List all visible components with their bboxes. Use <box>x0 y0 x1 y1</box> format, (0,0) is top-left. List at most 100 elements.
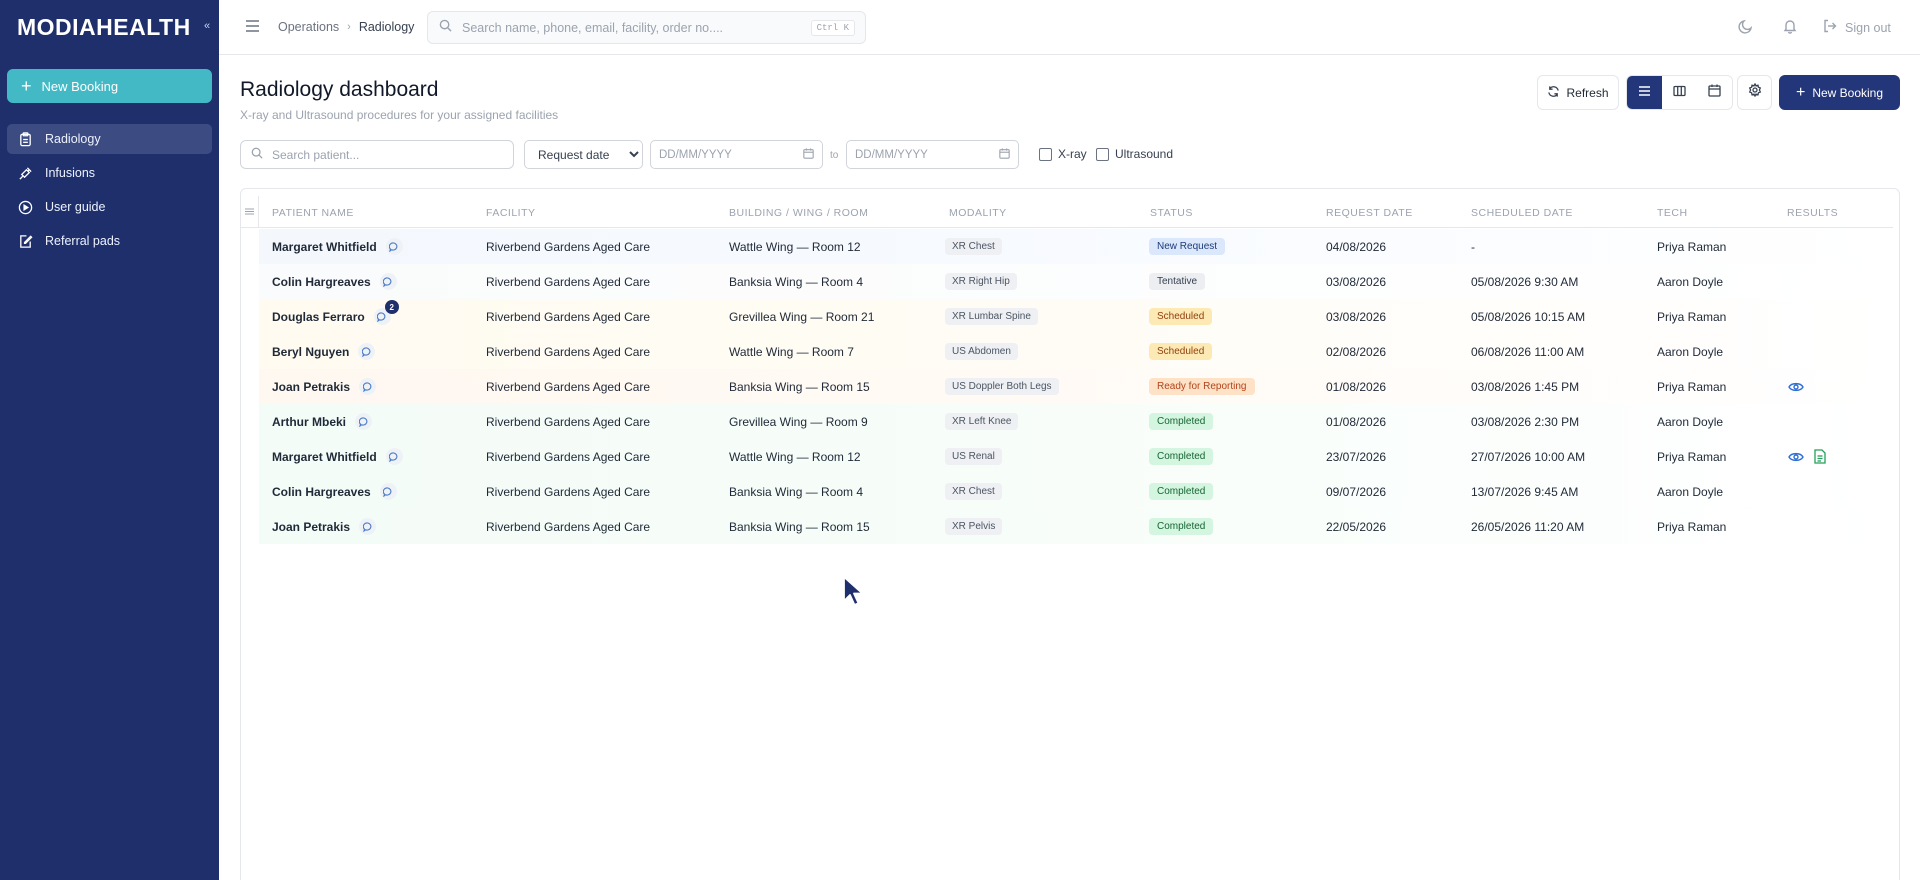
date-type-select[interactable]: Request date <box>524 140 643 169</box>
sidebar-item-infusions[interactable]: Infusions <box>7 158 212 188</box>
scheduled-date-cell: 05/08/2026 9:30 AM <box>1471 274 1579 289</box>
calendar-view-button[interactable] <box>1697 76 1732 109</box>
patient-cell: Douglas Ferraro 2 <box>272 299 399 334</box>
column-header-status[interactable]: Status <box>1150 207 1193 219</box>
facility-cell: Riverbend Gardens Aged Care <box>486 414 651 429</box>
status-cell: Tentative <box>1149 264 1206 299</box>
modality-cell: US Renal <box>945 439 1002 474</box>
status-cell: Scheduled <box>1149 334 1213 369</box>
table-row[interactable]: Joan Petrakis Riverbend Gardens Aged Car… <box>259 509 1893 544</box>
sidebar-item-referral-pads[interactable]: Referral pads <box>7 226 212 256</box>
comment-button[interactable] <box>379 483 397 500</box>
table-row[interactable]: Arthur Mbeki Riverbend Gardens Aged Care… <box>259 404 1893 439</box>
table-row[interactable]: Colin Hargreaves Riverbend Gardens Aged … <box>259 264 1893 299</box>
patient-name[interactable]: Douglas Ferraro <box>272 310 365 324</box>
column-header-facility[interactable]: Facility <box>486 207 536 219</box>
top-header: Operations › Radiology Ctrl K Sign out <box>219 0 1920 55</box>
date-to-input[interactable] <box>855 148 985 161</box>
column-header-tech[interactable]: Tech <box>1657 207 1688 219</box>
eye-icon[interactable] <box>1788 451 1804 463</box>
date-from-input[interactable] <box>659 148 789 161</box>
comment-button[interactable] <box>355 413 373 430</box>
new-booking-button[interactable]: + New Booking <box>1779 75 1900 110</box>
ultrasound-filter-checkbox[interactable]: Ultrasound <box>1096 147 1173 161</box>
refresh-icon <box>1547 85 1560 101</box>
column-header-room[interactable]: Building / Wing / Room <box>729 207 868 219</box>
brand-logo[interactable]: MODIAHEALTH <box>17 14 191 40</box>
sidebar-nav: Radiology Infusions User guide Referral … <box>7 124 212 260</box>
column-header-patient-name[interactable]: Patient Name <box>272 207 354 219</box>
request-date-cell: 03/08/2026 <box>1326 309 1387 324</box>
sidebar-item-user-guide[interactable]: User guide <box>7 192 212 222</box>
chevron-right-icon: › <box>347 21 351 33</box>
chat-bubble-icon <box>389 241 398 252</box>
table-row[interactable]: Joan Petrakis Riverbend Gardens Aged Car… <box>259 369 1893 404</box>
list-view-button[interactable] <box>1627 76 1662 109</box>
bell-icon[interactable] <box>1782 18 1798 39</box>
patient-name[interactable]: Margaret Whitfield <box>272 450 377 464</box>
patient-cell: Colin Hargreaves <box>272 264 397 299</box>
patient-name[interactable]: Margaret Whitfield <box>272 240 377 254</box>
modality-badge: XR Chest <box>945 238 1002 255</box>
calendar-icon[interactable] <box>999 146 1010 164</box>
menu-icon[interactable] <box>245 19 260 38</box>
column-header-scheduled-date[interactable]: Scheduled Date <box>1471 207 1573 219</box>
modality-cell: XR Chest <box>945 474 1002 509</box>
breadcrumb-operations[interactable]: Operations <box>278 20 339 34</box>
checkbox-box[interactable] <box>1096 147 1109 161</box>
modality-badge: US Abdomen <box>945 343 1018 360</box>
eye-icon[interactable] <box>1788 381 1804 393</box>
patient-name[interactable]: Beryl Nguyen <box>272 345 349 359</box>
patient-name[interactable]: Arthur Mbeki <box>272 415 346 429</box>
room-cell: Grevillea Wing — Room 9 <box>729 414 868 429</box>
table-row[interactable]: Beryl Nguyen Riverbend Gardens Aged Care… <box>259 334 1893 369</box>
comment-button[interactable] <box>379 273 397 290</box>
modality-badge: XR Right Hip <box>945 273 1017 290</box>
document-icon[interactable] <box>1814 449 1826 464</box>
global-search: Ctrl K <box>427 11 866 44</box>
table-row[interactable]: Douglas Ferraro 2 Riverbend Gardens Aged… <box>259 299 1893 334</box>
modality-cell: XR Pelvis <box>945 509 1003 544</box>
comment-button[interactable] <box>359 378 377 395</box>
xray-filter-checkbox[interactable]: X-ray <box>1039 147 1087 161</box>
room-cell: Wattle Wing — Room 7 <box>729 344 854 359</box>
comment-button[interactable] <box>359 518 377 535</box>
comment-button[interactable] <box>385 238 403 255</box>
sign-out-button[interactable]: Sign out <box>1823 19 1891 36</box>
facility-cell: Riverbend Gardens Aged Care <box>486 449 651 464</box>
room-cell: Banksia Wing — Room 15 <box>729 379 870 394</box>
calendar-icon[interactable] <box>803 146 814 164</box>
radiology-table: Patient Name Facility Building / Wing / … <box>240 188 1900 880</box>
patient-search <box>240 140 514 169</box>
table-row[interactable]: Colin Hargreaves Riverbend Gardens Aged … <box>259 474 1893 509</box>
moon-icon[interactable] <box>1738 18 1754 39</box>
scheduled-date-cell: 26/05/2026 11:20 AM <box>1471 519 1585 534</box>
sidebar-item-radiology[interactable]: Radiology <box>7 124 212 154</box>
tech-cell: Priya Raman <box>1657 379 1727 394</box>
column-header-modality[interactable]: Modality <box>949 207 1007 219</box>
column-drag-handle[interactable] <box>241 196 259 228</box>
scheduled-date-cell: 05/08/2026 10:15 AM <box>1471 309 1586 324</box>
table-row[interactable]: Margaret Whitfield Riverbend Gardens Age… <box>259 229 1893 264</box>
patient-search-input[interactable] <box>272 147 492 162</box>
patient-name[interactable]: Colin Hargreaves <box>272 485 371 499</box>
request-date-cell: 22/05/2026 <box>1326 519 1387 534</box>
tech-cell: Priya Raman <box>1657 239 1727 254</box>
comment-button[interactable] <box>358 343 376 360</box>
patient-name[interactable]: Joan Petrakis <box>272 520 350 534</box>
comment-button[interactable] <box>385 448 403 465</box>
patient-name[interactable]: Colin Hargreaves <box>272 275 371 289</box>
column-header-request-date[interactable]: Request Date <box>1326 207 1413 219</box>
global-search-input[interactable] <box>462 20 812 35</box>
patient-name[interactable]: Joan Petrakis <box>272 380 350 394</box>
collapse-sidebar-icon[interactable]: « <box>204 20 210 32</box>
comment-button[interactable]: 2 <box>373 300 399 325</box>
sidebar-new-booking-button[interactable]: + New Booking <box>7 69 212 103</box>
sidebar-item-label: Infusions <box>45 166 96 180</box>
modality-badge: XR Pelvis <box>945 518 1003 535</box>
columns-view-button[interactable] <box>1662 76 1697 109</box>
settings-button[interactable] <box>1737 75 1772 110</box>
checkbox-box[interactable] <box>1039 147 1052 161</box>
table-row[interactable]: Margaret Whitfield Riverbend Gardens Age… <box>259 439 1893 474</box>
refresh-button[interactable]: Refresh <box>1537 75 1619 110</box>
